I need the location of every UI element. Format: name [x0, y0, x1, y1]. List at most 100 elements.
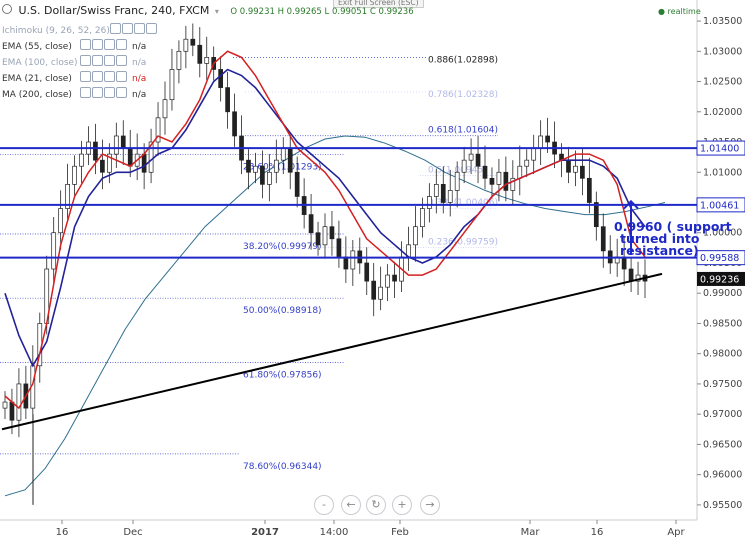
candle-body	[253, 165, 258, 173]
y-tick-label: 0.96500	[703, 439, 742, 450]
price-tag-label: 1.01400	[700, 144, 739, 155]
candle-body	[454, 171, 460, 191]
status-dot-icon: ●	[658, 7, 665, 16]
more-icon[interactable]	[116, 71, 127, 82]
candle-body	[566, 159, 571, 173]
candle-body	[600, 226, 606, 252]
eye-icon[interactable]	[80, 87, 91, 98]
candle-body	[183, 38, 189, 52]
fib-level-label: 61.80%(0.97856)	[243, 370, 322, 380]
legend-row[interactable]: EMA (21, close) n/a	[2, 71, 146, 86]
zoom-in-button[interactable]: +	[392, 495, 412, 515]
candle-body	[433, 184, 439, 197]
settings-icon[interactable]	[92, 39, 103, 50]
settings-icon[interactable]	[92, 55, 103, 66]
legend-row[interactable]: EMA (55, close) n/a	[2, 39, 146, 54]
y-tick-label: 1.01000	[703, 167, 742, 178]
chart-title: U.S. Dollar/Swiss Franc, 240, FXCM	[18, 4, 210, 17]
y-tick-label: 1.02500	[703, 77, 742, 88]
more-icon[interactable]	[145, 23, 157, 34]
y-tick-label: 0.98000	[703, 349, 742, 360]
candle-body	[162, 99, 168, 119]
candle-body	[218, 69, 224, 88]
candle-body	[538, 135, 544, 149]
candle-body	[461, 159, 467, 173]
more-icon[interactable]	[116, 39, 127, 50]
fib-level-label: 78.60%(0.96344)	[243, 462, 322, 472]
trend-line	[1, 272, 663, 431]
candle-body	[524, 159, 530, 167]
y-tick-label: 0.97000	[703, 409, 742, 420]
chart-header: U.S. Dollar/Swiss Franc, 240, FXCM ▾ O 0…	[2, 4, 414, 17]
symbol-icon[interactable]	[2, 4, 12, 14]
candle-body	[420, 208, 425, 228]
candle-body	[280, 147, 286, 161]
legend-value: n/a	[132, 74, 147, 84]
candle-body	[273, 159, 279, 173]
candle-body	[336, 238, 342, 258]
close-icon[interactable]	[104, 71, 115, 82]
candle-body	[169, 69, 175, 101]
close-icon[interactable]	[104, 55, 115, 66]
price-tag-label: 1.00461	[700, 200, 739, 211]
fib-level-label: 0.618(1.01604)	[428, 126, 498, 136]
candle-body	[322, 226, 328, 246]
eye-icon[interactable]	[80, 71, 91, 82]
candle-body	[482, 165, 488, 179]
close-icon[interactable]	[133, 23, 145, 34]
candle-body	[141, 153, 147, 173]
candle-body	[266, 171, 272, 185]
x-tick-label: Apr	[667, 527, 685, 538]
candle-body	[447, 190, 453, 203]
legend-row[interactable]: EMA (100, close) n/a	[2, 55, 146, 70]
candle-body	[496, 171, 502, 185]
last-price-label: 0.99236	[700, 274, 739, 285]
candle-body	[371, 280, 377, 300]
candle-body	[287, 147, 293, 173]
legend-value: n/a	[132, 42, 147, 52]
more-icon[interactable]	[116, 55, 127, 66]
candle-body	[545, 135, 550, 143]
candle-body	[72, 165, 77, 185]
settings-icon[interactable]	[92, 71, 103, 82]
eye-icon[interactable]	[109, 23, 121, 34]
more-icon[interactable]	[116, 87, 127, 98]
ohlc-values: O 0.99231 H 0.99265 L 0.99051 C 0.99236	[230, 7, 414, 17]
close-icon[interactable]	[104, 87, 115, 98]
candle-body	[475, 153, 481, 167]
scroll-right-button[interactable]: →	[420, 495, 440, 515]
settings-icon[interactable]	[92, 87, 103, 98]
y-tick-label: 0.97500	[703, 379, 742, 390]
y-tick-label: 0.99000	[703, 288, 742, 299]
dropdown-icon[interactable]: ▾	[215, 7, 219, 16]
candle-body	[503, 171, 509, 191]
candle-body	[628, 268, 634, 282]
candle-body	[9, 401, 15, 421]
ma200-line	[4, 135, 666, 497]
y-tick-label: 1.03500	[703, 16, 742, 27]
candle-body	[517, 165, 523, 179]
eye-icon[interactable]	[80, 39, 91, 50]
fib-level-label: 0.786(1.02328)	[428, 90, 498, 100]
zoom-out-button[interactable]: -	[314, 495, 334, 515]
candle-body	[79, 153, 84, 167]
candle-body	[204, 57, 210, 64]
reset-button[interactable]: ↻	[366, 495, 386, 515]
fib-level-label: 0.886(1.02898)	[428, 55, 498, 65]
legend-row[interactable]: MA (200, close) n/a	[2, 87, 146, 102]
settings-icon[interactable]	[121, 23, 133, 34]
candle-body	[190, 38, 196, 46]
legend-value: n/a	[132, 90, 147, 100]
candle-body	[260, 165, 265, 185]
candle-body	[426, 196, 432, 209]
candle-body	[531, 147, 537, 161]
scroll-left-button[interactable]: ←	[341, 495, 361, 515]
candle-body	[2, 401, 8, 409]
eye-icon[interactable]	[80, 55, 91, 66]
legend-value: n/a	[132, 58, 147, 68]
x-tick-label: 14:00	[320, 527, 349, 538]
candle-body	[93, 141, 98, 161]
x-tick-label: Dec	[123, 527, 142, 538]
close-icon[interactable]	[104, 39, 115, 50]
legend-row[interactable]: Ichimoku (9, 26, 52, 26)	[2, 23, 162, 38]
